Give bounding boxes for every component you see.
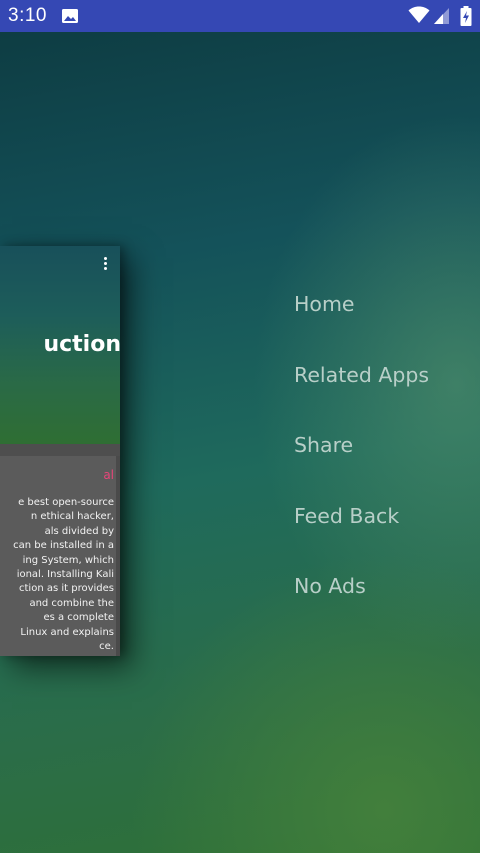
body-line: ional. Installing Kali (16, 569, 114, 581)
body-line: n ethical hacker, (30, 511, 114, 523)
menu-item-feed-back[interactable]: Feed Back (294, 501, 429, 531)
menu-item-related-apps[interactable]: Related Apps (294, 360, 429, 390)
body-line: ce. (99, 641, 114, 653)
body-line: es a complete (43, 612, 114, 624)
card-divider (0, 444, 120, 456)
card-subtitle: al (103, 468, 114, 482)
navigation-menu: Home Related Apps Share Feed Back No Ads (294, 289, 429, 642)
battery-charging-icon (460, 6, 472, 26)
card-scrollbar (116, 456, 120, 656)
image-icon (62, 9, 78, 23)
body-line: and combine the (29, 597, 114, 609)
menu-item-home[interactable]: Home (294, 289, 429, 319)
cellular-signal-icon (434, 8, 449, 24)
wifi-icon (408, 6, 430, 23)
body-line: ing System, which (22, 554, 114, 566)
body-line: can be installed in a (13, 540, 114, 552)
menu-item-share[interactable]: Share (294, 430, 429, 460)
card-title: uction (43, 332, 120, 357)
body-line: Linux and explains (20, 626, 114, 638)
body-line: e best open-source (18, 497, 114, 508)
overflow-menu-icon[interactable] (104, 257, 108, 271)
body-line: ction as it provides (19, 583, 114, 595)
card-body-text: e best open-source n ethical hacker, als… (0, 496, 114, 654)
status-time: 3:10 (8, 5, 47, 26)
body-line: als divided by (44, 525, 114, 537)
status-bar: 3:10 (0, 0, 480, 32)
menu-item-no-ads[interactable]: No Ads (294, 571, 429, 601)
content-card-preview[interactable]: uction al e best open-source n ethical h… (0, 246, 120, 656)
